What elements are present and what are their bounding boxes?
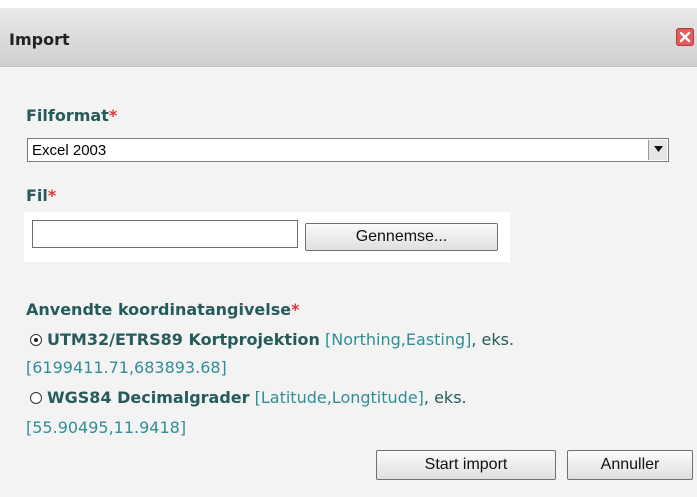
dropdown-arrow[interactable] <box>648 140 667 160</box>
chevron-down-icon <box>653 146 663 152</box>
radio-option-wgs84[interactable]: WGS84 Decimalgrader [Latitude,Longtitude… <box>30 388 467 407</box>
radio-button[interactable] <box>30 392 42 404</box>
dialog-titlebar: Import <box>0 8 697 67</box>
required-marker: * <box>108 106 118 125</box>
option-format: [Northing,Easting] <box>325 330 472 349</box>
file-format-selected: Excel 2003 <box>32 142 107 159</box>
option-name: UTM32/ETRS89 Kortprojektion <box>47 330 320 349</box>
radio-option-utm32[interactable]: UTM32/ETRS89 Kortprojektion [Northing,Ea… <box>30 330 514 349</box>
file-path-input[interactable] <box>32 220 298 248</box>
required-marker: * <box>47 186 57 205</box>
close-icon <box>679 31 691 43</box>
option-name: WGS84 Decimalgrader <box>47 388 250 407</box>
option-format: [Latitude,Longtitude] <box>254 388 424 407</box>
file-label: Fil* <box>26 186 57 205</box>
browse-button[interactable]: Gennemse... <box>305 223 498 251</box>
option-example: [55.90495,11.9418] <box>26 418 187 437</box>
start-import-button[interactable]: Start import <box>376 450 556 480</box>
file-picker: Gennemse... <box>24 212 510 262</box>
import-dialog: Import Filformat* Excel 2003 Fil* Gennem… <box>0 8 697 497</box>
radio-button[interactable] <box>30 334 42 346</box>
dialog-title: Import <box>9 30 70 49</box>
file-format-label: Filformat* <box>26 106 118 125</box>
option-eg: , eks. <box>471 330 515 349</box>
close-button[interactable] <box>676 28 694 46</box>
option-eg: , eks. <box>423 388 467 407</box>
file-format-select[interactable]: Excel 2003 <box>27 138 669 162</box>
required-marker: * <box>291 300 300 319</box>
coordinates-label: Anvendte koordinatangivelse* <box>26 300 300 319</box>
option-example: [6199411.71,683893.68] <box>26 358 227 377</box>
cancel-button[interactable]: Annuller <box>567 450 693 480</box>
